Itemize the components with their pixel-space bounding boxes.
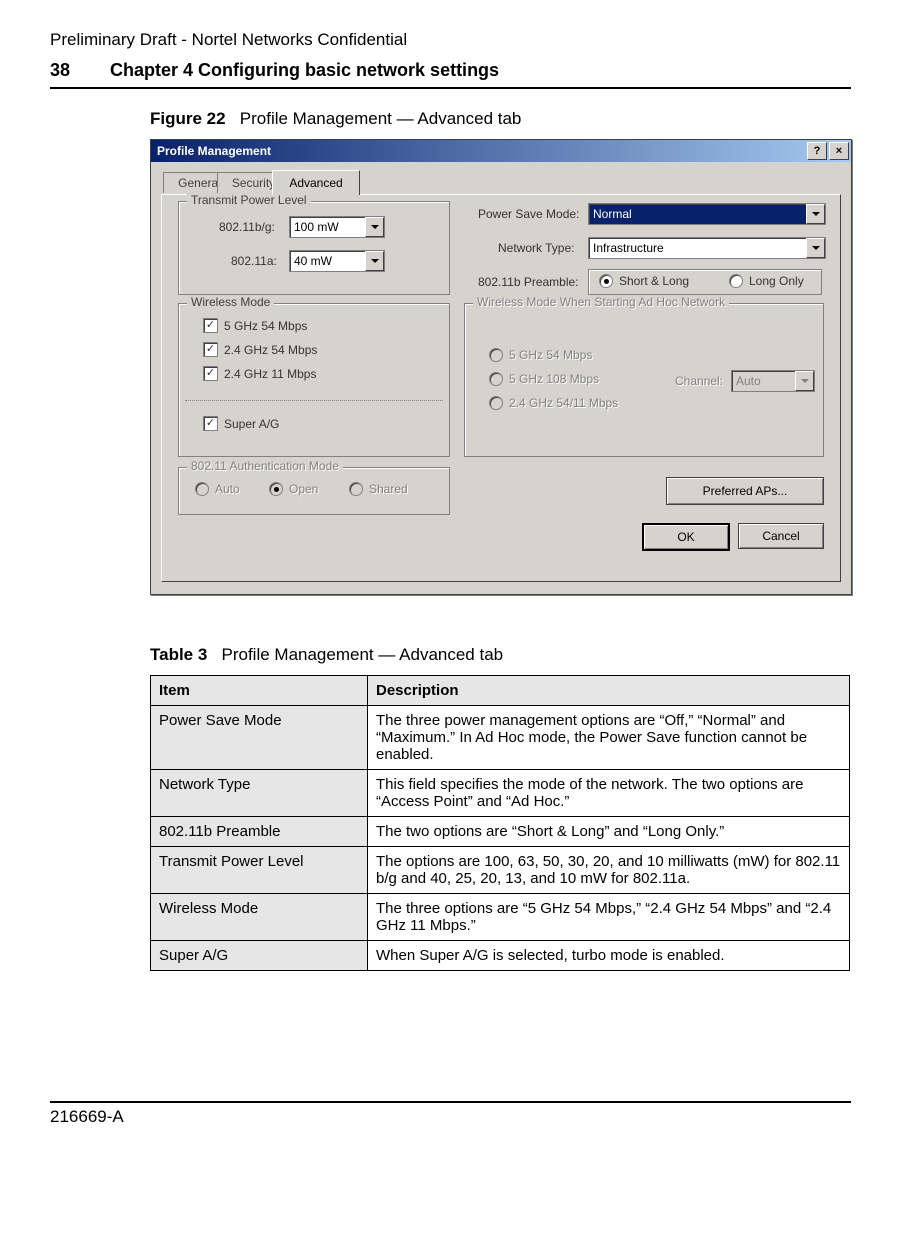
check-24ghz-11[interactable]: ✓2.4 GHz 11 Mbps <box>203 366 316 381</box>
radio-adhoc-5ghz108: 5 GHz 108 Mbps <box>489 372 599 386</box>
draft-notice: Preliminary Draft - Nortel Networks Conf… <box>50 30 851 50</box>
td-desc: This field specifies the mode of the net… <box>368 770 850 817</box>
legend-transmit-power: Transmit Power Level <box>187 193 311 207</box>
footer-doc-id: 216669-A <box>50 1101 851 1127</box>
profile-management-dialog: Profile Management ? × General Security … <box>150 139 852 595</box>
radio-long-only[interactable]: Long Only <box>729 274 804 288</box>
td-item: 802.11b Preamble <box>151 817 368 847</box>
table-row: Transmit Power Level The options are 100… <box>151 847 850 894</box>
dialog-titlebar: Profile Management ? × <box>151 140 851 162</box>
td-desc: When Super A/G is selected, turbo mode i… <box>368 941 850 971</box>
table-row: 802.11b Preamble The two options are “Sh… <box>151 817 850 847</box>
radio-auth-shared: Shared <box>349 482 408 496</box>
check-5ghz-54[interactable]: ✓5 GHz 54 Mbps <box>203 318 307 333</box>
legend-auth: 802.11 Authentication Mode <box>187 459 343 473</box>
label-preamble: 802.11b Preamble: <box>478 275 579 289</box>
td-item: Power Save Mode <box>151 706 368 770</box>
chevron-down-icon[interactable] <box>806 204 825 224</box>
combo-80211a-value: 40 mW <box>294 254 332 268</box>
check-super-ag[interactable]: ✓Super A/G <box>203 416 279 431</box>
close-icon[interactable]: × <box>829 142 849 160</box>
combo-80211bg[interactable]: 100 mW <box>289 216 385 238</box>
radio-auth-open: Open <box>269 482 318 496</box>
check-super-ag-label: Super A/G <box>224 417 279 431</box>
table-row: Super A/G When Super A/G is selected, tu… <box>151 941 850 971</box>
radio-adhoc-24ghz: 2.4 GHz 54/11 Mbps <box>489 396 618 410</box>
figure-label: Figure 22 <box>150 109 226 128</box>
preamble-group: Short & Long Long Only <box>588 269 822 295</box>
radio-auth-auto: Auto <box>195 482 240 496</box>
combo-80211a[interactable]: 40 mW <box>289 250 385 272</box>
chevron-down-icon[interactable] <box>365 217 384 237</box>
legend-wireless-mode: Wireless Mode <box>187 295 274 309</box>
combo-power-save-mode[interactable]: Normal <box>588 203 826 225</box>
page-number: 38 <box>50 60 105 81</box>
radio-adhoc-5ghz54: 5 GHz 54 Mbps <box>489 348 592 362</box>
label-power-save-mode: Power Save Mode: <box>478 207 579 221</box>
chevron-down-icon[interactable] <box>365 251 384 271</box>
label-80211a: 802.11a: <box>231 254 277 268</box>
radio-auth-shared-label: Shared <box>369 482 408 496</box>
cancel-button[interactable]: Cancel <box>738 523 824 549</box>
fieldset-wireless-mode: Wireless Mode ✓5 GHz 54 Mbps ✓2.4 GHz 54… <box>178 303 450 457</box>
table-row: Wireless Mode The three options are “5 G… <box>151 894 850 941</box>
radio-short-long[interactable]: Short & Long <box>599 274 689 288</box>
table-header-row: Item Description <box>151 676 850 706</box>
tabstrip: General Security Advanced <box>161 170 841 194</box>
radio-long-only-label: Long Only <box>749 274 804 288</box>
fieldset-auth-mode: 802.11 Authentication Mode Auto Open Sha… <box>178 467 450 515</box>
td-desc: The three power management options are “… <box>368 706 850 770</box>
combo-network-type[interactable]: Infrastructure <box>588 237 826 259</box>
td-item: Wireless Mode <box>151 894 368 941</box>
th-description: Description <box>368 676 850 706</box>
combo-channel: Auto <box>731 370 815 392</box>
check-5ghz-54-label: 5 GHz 54 Mbps <box>224 319 307 333</box>
td-item: Super A/G <box>151 941 368 971</box>
radio-adhoc-24ghz-label: 2.4 GHz 54/11 Mbps <box>509 396 618 410</box>
page-header: 38 Chapter 4 Configuring basic network s… <box>50 60 851 89</box>
check-24ghz-54-label: 2.4 GHz 54 Mbps <box>224 343 317 357</box>
td-desc: The two options are “Short & Long” and “… <box>368 817 850 847</box>
chapter-heading: Chapter 4 Configuring basic network sett… <box>110 60 499 80</box>
help-icon[interactable]: ? <box>807 142 827 160</box>
advanced-tab-table: Item Description Power Save Mode The thr… <box>150 675 850 971</box>
radio-adhoc-5ghz54-label: 5 GHz 54 Mbps <box>509 348 592 362</box>
td-item: Transmit Power Level <box>151 847 368 894</box>
ok-button[interactable]: OK <box>642 523 730 551</box>
td-desc: The three options are “5 GHz 54 Mbps,” “… <box>368 894 850 941</box>
table-label: Table 3 <box>150 645 207 664</box>
check-24ghz-54[interactable]: ✓2.4 GHz 54 Mbps <box>203 342 317 357</box>
table-caption: Table 3 Profile Management — Advanced ta… <box>150 645 851 665</box>
legend-adhoc: Wireless Mode When Starting Ad Hoc Netwo… <box>473 295 729 309</box>
combo-channel-value: Auto <box>736 374 761 388</box>
combo-80211bg-value: 100 mW <box>294 220 339 234</box>
combo-psm-value: Normal <box>593 207 632 221</box>
td-item: Network Type <box>151 770 368 817</box>
check-24ghz-11-label: 2.4 GHz 11 Mbps <box>224 367 316 381</box>
preferred-aps-button[interactable]: Preferred APs... <box>666 477 824 505</box>
label-network-type: Network Type: <box>498 241 574 255</box>
radio-auth-open-label: Open <box>289 482 318 496</box>
divider <box>185 400 443 401</box>
table-caption-text: Profile Management — Advanced tab <box>222 645 504 664</box>
table-row: Network Type This field specifies the mo… <box>151 770 850 817</box>
chevron-down-icon[interactable] <box>806 238 825 258</box>
label-channel: Channel: <box>675 374 723 388</box>
radio-auth-auto-label: Auto <box>215 482 240 496</box>
table-row: Power Save Mode The three power manageme… <box>151 706 850 770</box>
figure-caption-text: Profile Management — Advanced tab <box>240 109 522 128</box>
fieldset-adhoc-mode: Wireless Mode When Starting Ad Hoc Netwo… <box>464 303 824 457</box>
advanced-panel: Transmit Power Level 802.11b/g: 100 mW 8… <box>161 194 841 582</box>
td-desc: The options are 100, 63, 50, 30, 20, and… <box>368 847 850 894</box>
fieldset-transmit-power: Transmit Power Level 802.11b/g: 100 mW 8… <box>178 201 450 295</box>
tab-advanced[interactable]: Advanced <box>272 170 360 195</box>
radio-adhoc-5ghz108-label: 5 GHz 108 Mbps <box>509 372 599 386</box>
combo-nt-value: Infrastructure <box>593 241 664 255</box>
label-80211bg: 802.11b/g: <box>219 220 275 234</box>
dialog-title: Profile Management <box>157 144 805 158</box>
radio-short-long-label: Short & Long <box>619 274 689 288</box>
chevron-down-icon <box>795 371 814 391</box>
figure-caption: Figure 22 Profile Management — Advanced … <box>150 109 851 129</box>
th-item: Item <box>151 676 368 706</box>
